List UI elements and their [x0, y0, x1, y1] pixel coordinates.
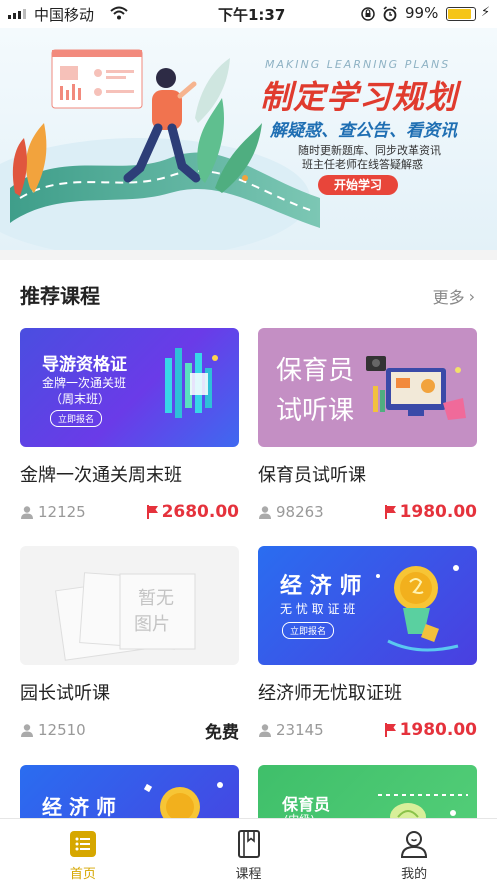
thumb-signup: 立即报名: [282, 622, 335, 639]
more-label: 更多: [432, 288, 465, 307]
thumb-title: 经 济 师: [42, 795, 116, 819]
course-card[interactable]: 暂无 图片 园长试听课 12510 免费: [20, 546, 239, 743]
user-icon: [259, 724, 271, 737]
alarm-icon: [383, 6, 397, 22]
battery-icon: [446, 7, 476, 21]
thumb-line2: 试听课: [276, 396, 355, 426]
banner-eyebrow: MAKING LEARNING PLANS: [265, 58, 451, 71]
flag-icon: [384, 505, 396, 519]
view-count: 98263: [258, 503, 324, 521]
course-price: 1980.00: [384, 502, 477, 522]
chevron-right-icon: ›: [468, 286, 475, 306]
thumb-title: 导游资格证: [42, 355, 127, 375]
flag-icon: [146, 505, 158, 519]
view-count-value: 23145: [276, 721, 324, 739]
home-list-icon: [69, 831, 96, 857]
thumb-title: 经 济 师: [280, 574, 362, 599]
user-icon: [259, 506, 271, 519]
course-name: 金牌一次通关周末班: [20, 465, 182, 486]
tab-home-label: 首页: [69, 867, 96, 882]
tab-profile[interactable]: 我的: [331, 819, 497, 883]
view-count-value: 12510: [38, 721, 86, 739]
tab-home[interactable]: 首页: [0, 819, 166, 883]
flag-icon: [384, 723, 396, 737]
thumbnail-graphic: [366, 356, 466, 420]
book-icon: [237, 830, 260, 858]
no-image-placeholder-icon: [55, 572, 196, 661]
course-name: 保育员试听课: [258, 465, 366, 486]
banner-title: 制定学习规划: [260, 78, 459, 116]
tab-profile-label: 我的: [401, 867, 428, 882]
course-meta: 23145 1980.00: [258, 719, 477, 741]
course-thumbnail: 暂无 图片: [20, 546, 239, 665]
user-icon: [21, 506, 33, 519]
course-thumbnail: 导游资格证 金牌一次通关班 （周末班） 立即报名: [20, 328, 239, 447]
course-name: 经济师无忧取证班: [258, 683, 402, 704]
tab-courses-label: 课程: [235, 867, 262, 882]
course-price: 1980.00: [384, 720, 477, 740]
signal-icon: [8, 9, 26, 19]
status-bar: 中国移动 下午1:37 99% ⚡: [0, 0, 497, 28]
course-price: 免费: [205, 718, 239, 743]
charging-icon: ⚡: [481, 5, 491, 20]
thumb-line2: 无 忧 取 证 班: [280, 602, 356, 616]
thumb-title: 保育员: [276, 356, 355, 386]
profile-icon: [401, 831, 428, 858]
thumb-line3: （周末班）: [50, 392, 111, 406]
course-card[interactable]: 保育员 试听课 保育员试听课 98263 1980.00: [258, 328, 477, 523]
start-learning-button[interactable]: 开始学习: [318, 175, 398, 195]
course-meta: 98263 1980.00: [258, 501, 477, 523]
banner-desc-2: 班主任老师在线答疑解惑: [302, 158, 423, 171]
view-count-value: 98263: [276, 503, 324, 521]
tab-courses[interactable]: 课程: [166, 819, 332, 883]
price-value: 免费: [205, 722, 239, 743]
course-price: 2680.00: [146, 502, 239, 522]
view-count: 12510: [20, 721, 86, 739]
promo-banner[interactable]: MAKING LEARNING PLANS 制定学习规划 解疑惑、查公告、看资讯…: [0, 28, 497, 250]
course-thumbnail: 保育员 试听课: [258, 328, 477, 447]
course-name: 园长试听课: [20, 683, 110, 704]
view-count-value: 12125: [38, 503, 86, 521]
thumb-line2: 金牌一次通关班: [42, 376, 127, 390]
placeholder-line1: 暂无: [138, 588, 174, 609]
price-value: 1980.00: [399, 502, 477, 522]
thumb-signup: 立即报名: [50, 410, 103, 427]
price-value: 1980.00: [399, 720, 477, 740]
section-title: 推荐课程: [20, 284, 100, 308]
orientation-lock-icon: [361, 7, 375, 21]
user-icon: [21, 724, 33, 737]
more-link[interactable]: 更多 ›: [433, 284, 475, 308]
battery-percent: 99%: [405, 4, 439, 22]
bottom-tab-bar: 首页 课程 我的: [0, 818, 497, 883]
wifi-icon: [110, 6, 128, 20]
course-meta: 12125 2680.00: [20, 501, 239, 523]
course-meta: 12510 免费: [20, 718, 239, 743]
price-value: 2680.00: [161, 502, 239, 522]
view-count: 23145: [258, 721, 324, 739]
view-count: 12125: [20, 503, 86, 521]
section-divider: [0, 250, 497, 260]
course-card[interactable]: 导游资格证 金牌一次通关班 （周末班） 立即报名 金牌一次通关周末班 12125…: [20, 328, 239, 523]
placeholder-line2: 图片: [134, 614, 170, 635]
course-card[interactable]: 经 济 师 无 忧 取 证 班 立即报名 经济师无忧取证班 23145 1980…: [258, 546, 477, 741]
clock: 下午1:37: [218, 6, 286, 24]
banner-subtitle: 解疑惑、查公告、看资讯: [270, 121, 457, 141]
course-thumbnail: 经 济 师 无 忧 取 证 班 立即报名: [258, 546, 477, 665]
carrier-label: 中国移动: [34, 6, 95, 24]
